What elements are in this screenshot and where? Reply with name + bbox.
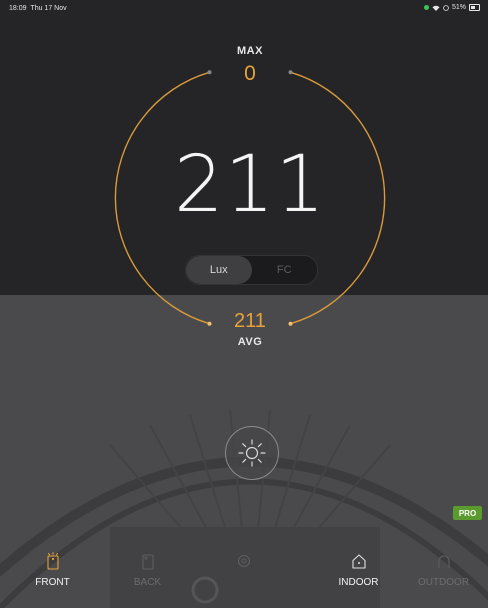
pro-badge[interactable]: PRO bbox=[453, 506, 482, 520]
tab-front-label: FRONT bbox=[35, 577, 70, 588]
lux-gauge bbox=[114, 70, 386, 326]
settings-icon bbox=[237, 554, 250, 568]
tab-outdoor-label: OUTDOOR bbox=[417, 577, 470, 588]
tab-indoor[interactable]: INDOOR bbox=[310, 549, 407, 608]
tab-bar: FRONT BACK INDOOR OUTDOOR bbox=[0, 549, 488, 608]
avg-label: AVG bbox=[237, 336, 263, 348]
light-toggle-button[interactable] bbox=[225, 426, 279, 480]
tab-front[interactable]: FRONT bbox=[4, 549, 101, 608]
max-label: MAX bbox=[237, 45, 263, 57]
front-camera-icon bbox=[46, 552, 59, 570]
tab-outdoor[interactable]: OUTDOOR bbox=[395, 549, 488, 608]
tab-indoor-label: INDOOR bbox=[338, 577, 379, 588]
avg-value: 211 bbox=[234, 310, 266, 332]
tab-settings[interactable] bbox=[195, 549, 292, 608]
sun-icon bbox=[238, 439, 266, 467]
unit-toggle: Lux FC bbox=[185, 255, 318, 285]
unit-fc-option[interactable]: FC bbox=[252, 256, 318, 284]
lux-reading: 211 bbox=[174, 140, 326, 230]
outdoor-icon bbox=[437, 555, 450, 568]
indoor-house-icon bbox=[351, 554, 366, 569]
max-value: 0 bbox=[244, 62, 256, 85]
back-camera-icon bbox=[141, 554, 154, 570]
unit-lux-option[interactable]: Lux bbox=[186, 256, 252, 284]
tab-back-label: BACK bbox=[133, 577, 162, 588]
tab-back[interactable]: BACK bbox=[99, 549, 196, 608]
